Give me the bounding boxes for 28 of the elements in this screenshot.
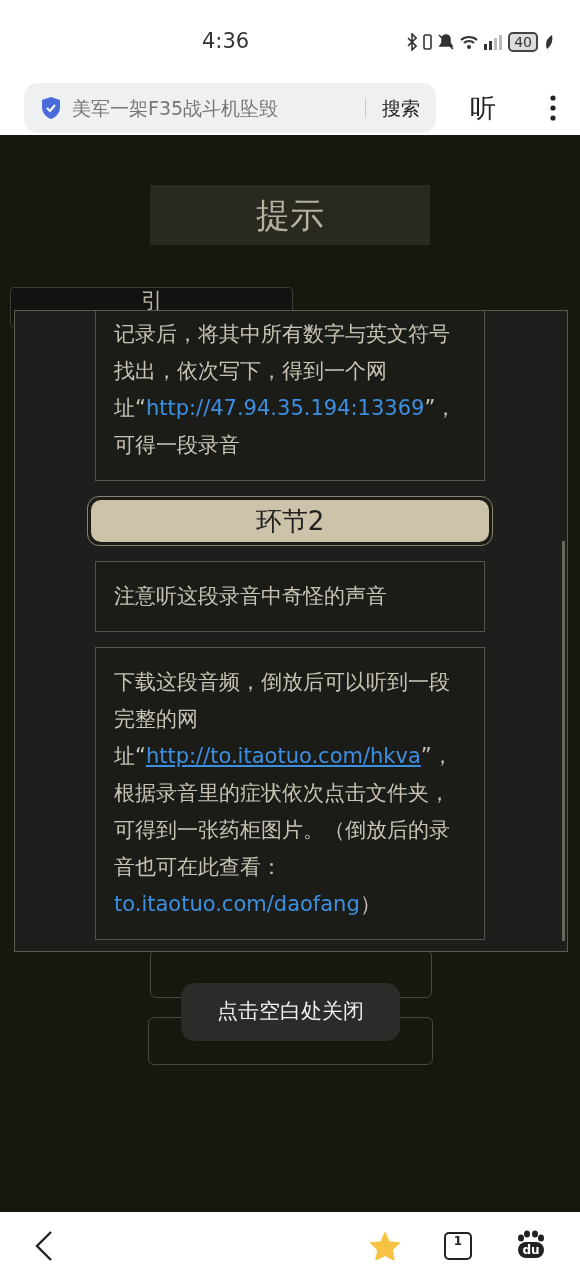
signal-icon [484,34,503,50]
toast: 点击空白处关闭 [181,983,400,1041]
hint-text: 注意听这段录音中奇怪的声音 [95,561,485,632]
listen-button[interactable]: 听 [470,88,496,128]
paw-logo[interactable]: du [516,1230,546,1262]
shield-icon [40,96,62,120]
more-icon[interactable] [550,95,556,121]
search-button[interactable]: 搜索 [382,93,420,123]
wifi-icon [460,34,479,50]
search-field[interactable]: 美军一架F35战斗机坠毁 搜索 [24,83,436,133]
tabs-button[interactable]: 1 [444,1232,472,1260]
clock: 4:36 [202,28,250,56]
link[interactable]: http://to.itaotuo.com/hkva [145,744,421,768]
muted-bell-icon [438,34,455,50]
hint-text: 记录后，将其中所有数字与英文符号找出，依次写下，得到一个网址“http://47.94.35.194:13369”，可得一段录音 [95,311,485,481]
leaf-icon [544,34,554,50]
card-label: 引 [141,290,163,312]
battery-level: 40 [508,32,538,52]
link[interactable]: http://47.94.35.194:13369 [145,396,425,420]
phone-icon [423,34,433,50]
search-query: 美军一架F35战斗机坠毁 [72,95,279,121]
dialog-title: 提示 [256,193,324,237]
back-icon[interactable] [34,1230,54,1262]
hint-text: 下载这段音频，倒放后可以听到一段完整的网址“http://to.itaotuo.com/hkva”，根据录音里的症状依次点击文件夹，可得到一张药柜图片。（倒放后的录音也可在此查看： to.itaotuo.com/daofang） [95,647,485,940]
link[interactable]: to.itaotuo.com/daofang [114,892,360,916]
bluetooth-icon [407,33,418,51]
star-icon[interactable] [370,1232,400,1260]
section-header[interactable]: 环节2 [91,500,489,542]
